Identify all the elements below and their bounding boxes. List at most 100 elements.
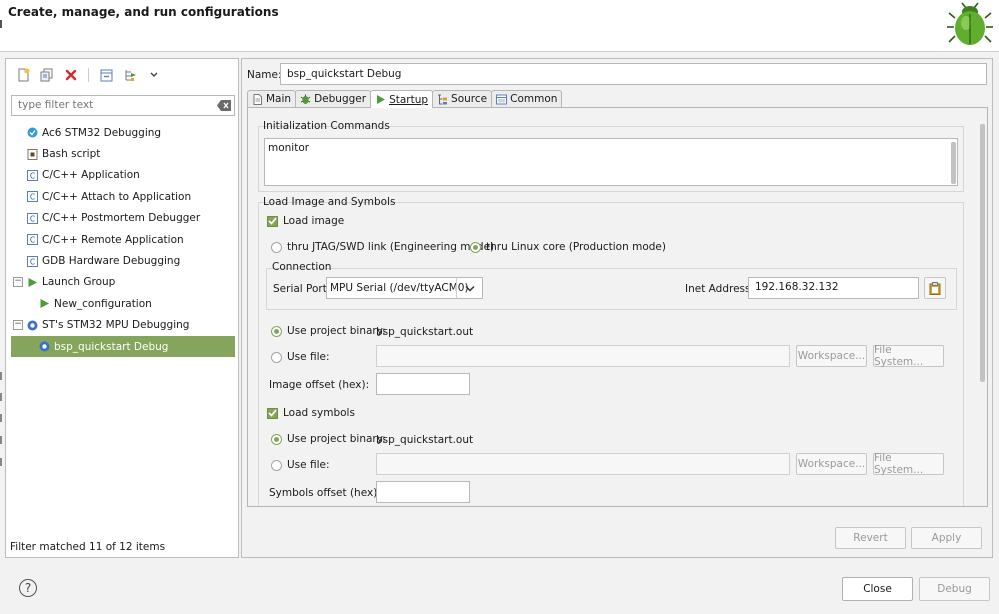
radio-unselected	[271, 459, 282, 471]
image-use-file-radio[interactable]: Use file:	[271, 351, 329, 363]
image-file-field[interactable]	[376, 345, 790, 367]
common-tab-icon	[496, 94, 508, 104]
clipboard-icon	[929, 281, 941, 295]
tree-item-label: Launch Group	[42, 276, 116, 289]
tab-main[interactable]: Main	[247, 90, 297, 107]
serial-port-label: Serial Port:	[273, 283, 331, 295]
svg-text:C: C	[30, 193, 35, 202]
svg-text:C: C	[30, 257, 35, 266]
linux-mode-radio[interactable]: thru Linux core (Production mode)	[470, 241, 666, 253]
load-image-label: Load image	[283, 215, 345, 227]
revert-button[interactable]: Revert	[835, 527, 906, 549]
left-edge-mark	[0, 414, 2, 422]
tab-source[interactable]: Source	[432, 90, 493, 107]
c-app-icon: C	[27, 212, 38, 224]
image-use-file-label: Use file:	[287, 351, 330, 363]
name-field[interactable]: bsp_quickstart Debug	[280, 63, 987, 85]
filter-icon[interactable]	[121, 66, 139, 84]
filter-input[interactable]	[18, 99, 208, 111]
left-edge-mark	[0, 20, 2, 28]
filter-field[interactable]	[11, 95, 235, 116]
symbols-offset-field[interactable]	[376, 481, 470, 503]
tab-label: Startup	[389, 93, 429, 106]
clear-filter-icon[interactable]	[217, 100, 231, 111]
tree-item[interactable]: C GDB Hardware Debugging	[11, 250, 235, 271]
symbols-filesystem-button[interactable]: File System...	[873, 452, 944, 476]
tree-item[interactable]: New_configuration	[11, 293, 235, 314]
tree-item-label: GDB Hardware Debugging	[42, 255, 181, 268]
connection-label: Connection	[272, 261, 332, 273]
jtag-mode-radio[interactable]: thru JTAG/SWD link (Engineering mode)	[271, 241, 494, 253]
tree-item[interactable]: Bash script	[11, 143, 235, 164]
tree-item-label: C/C++ Remote Application	[42, 233, 184, 246]
source-tab-icon	[438, 94, 448, 104]
tree-item-label: C/C++ Application	[42, 169, 140, 182]
debug-button[interactable]: Debug	[919, 577, 990, 601]
ac6-debug-icon	[27, 127, 38, 138]
toolbar-separator	[88, 68, 89, 82]
image-offset-field[interactable]	[376, 373, 470, 395]
load-image-checkbox[interactable]: Load image	[267, 215, 344, 227]
startup-tab-content: Initialization Commands monitor Load Ima…	[247, 107, 988, 507]
tree-item-label: C/C++ Postmortem Debugger	[42, 212, 201, 225]
image-filesystem-button[interactable]: File System...	[873, 344, 944, 368]
st-debug-icon	[27, 320, 38, 331]
serial-port-select[interactable]: MPU Serial (/dev/ttyACM0)	[326, 277, 483, 299]
name-label: Name:	[247, 69, 282, 81]
collapse-toggle-icon[interactable]: −	[13, 320, 23, 331]
symbols-offset-label: Symbols offset (hex):	[269, 487, 381, 499]
tree-item[interactable]: C C/C++ Attach to Application	[11, 186, 235, 207]
collapse-toggle-icon[interactable]: −	[13, 277, 23, 288]
inet-address-field[interactable]: 192.168.32.132	[748, 277, 919, 299]
tab-debugger[interactable]: Debugger	[295, 90, 372, 107]
init-commands-label: Initialization Commands	[263, 120, 390, 132]
symbols-file-field[interactable]	[376, 453, 790, 475]
init-commands-textarea[interactable]: monitor	[264, 138, 958, 186]
image-workspace-button[interactable]: Workspace...	[796, 345, 867, 367]
tree-item[interactable]: C C/C++ Application	[11, 165, 235, 186]
configurations-toolbar	[14, 66, 163, 84]
tab-label: Main	[266, 93, 292, 105]
symbols-workspace-button[interactable]: Workspace...	[796, 453, 867, 475]
tree-item[interactable]: − Launch Group	[11, 272, 235, 293]
left-edge-mark	[0, 436, 2, 444]
collapse-all-icon[interactable]	[97, 66, 115, 84]
c-app-icon: C	[27, 255, 38, 267]
tree-item-label: Bash script	[42, 148, 101, 161]
linux-mode-label: thru Linux core (Production mode)	[486, 241, 666, 253]
tree-item-label: New_configuration	[54, 297, 152, 310]
dialog-title: Create, manage, and run configurations	[8, 5, 279, 19]
close-button[interactable]: Close	[842, 577, 913, 601]
chevron-down-icon[interactable]	[145, 66, 163, 84]
configuration-editor: Name: bsp_quickstart Debug Main Debugger…	[241, 58, 993, 558]
radio-selected	[271, 325, 282, 337]
tree-item[interactable]: C C/C++ Remote Application	[11, 229, 235, 250]
image-project-binary-radio[interactable]: Use project binary:	[271, 325, 386, 337]
radio-unselected	[271, 351, 282, 363]
init-commands-scrollbar[interactable]	[951, 142, 956, 184]
c-app-icon: C	[27, 234, 38, 246]
delete-icon[interactable]	[62, 66, 80, 84]
symbols-project-binary-radio[interactable]: Use project binary:	[271, 433, 386, 445]
apply-button[interactable]: Apply	[911, 527, 982, 549]
dialog-header: Create, manage, and run configurations	[0, 0, 999, 52]
tree-item[interactable]: Ac6 STM32 Debugging	[11, 122, 235, 143]
load-symbols-label: Load symbols	[283, 407, 355, 419]
help-icon[interactable]: ?	[19, 579, 37, 597]
duplicate-icon[interactable]	[38, 66, 56, 84]
radio-selected	[271, 433, 282, 445]
tab-common[interactable]: Common	[491, 90, 563, 107]
symbols-project-binary-value: bsp_quickstart.out	[376, 434, 474, 446]
tab-content-scrollbar[interactable]	[980, 124, 985, 382]
symbols-use-file-radio[interactable]: Use file:	[271, 459, 329, 471]
load-symbols-checkbox[interactable]: Load symbols	[267, 407, 355, 419]
configurations-tree: Ac6 STM32 Debugging Bash script C C/C++ App…	[11, 122, 235, 358]
tree-item[interactable]: − ST's STM32 MPU Debugging	[11, 315, 235, 336]
clipboard-button[interactable]	[924, 277, 946, 299]
new-config-icon[interactable]	[14, 66, 32, 84]
tree-item[interactable]: bsp_quickstart Debug	[11, 335, 235, 358]
tab-startup[interactable]: Startup	[370, 90, 434, 108]
tree-item[interactable]: C C/C++ Postmortem Debugger	[11, 208, 235, 229]
serial-port-value: MPU Serial (/dev/ttyACM0)	[330, 282, 469, 294]
symbols-use-file-label: Use file:	[287, 459, 330, 471]
